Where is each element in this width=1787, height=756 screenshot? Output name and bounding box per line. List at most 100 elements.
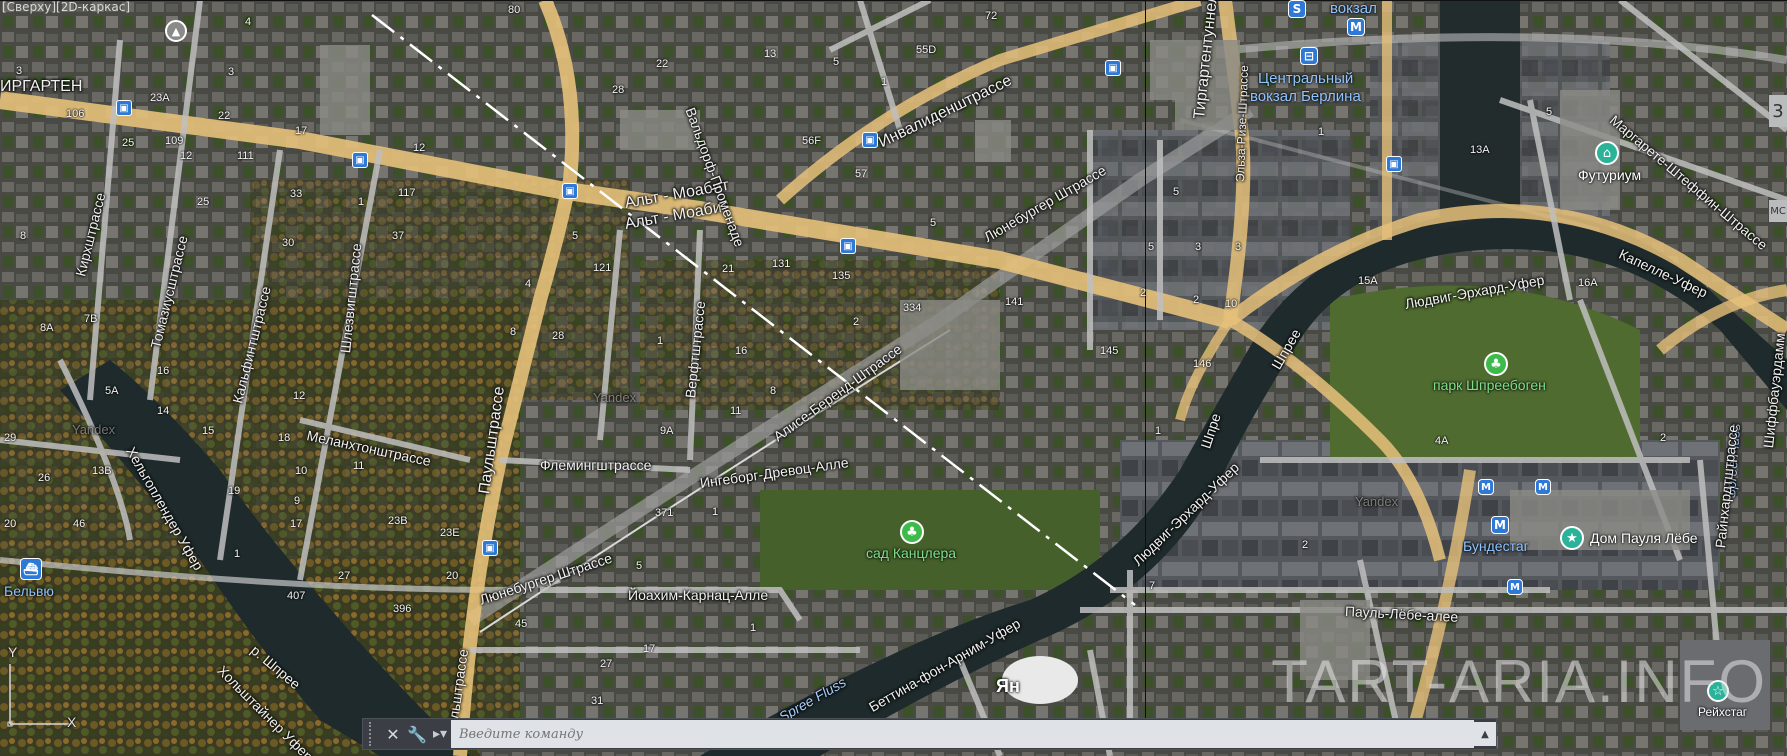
- command-line-bar: ✕ 🔧 ▸▾ ▲: [362, 718, 1497, 750]
- house-number: 16: [735, 345, 748, 357]
- house-number: 5А: [105, 385, 119, 397]
- landmark-icon[interactable]: ★: [1560, 526, 1584, 550]
- poi-vokzal[interactable]: вокзал: [1330, 0, 1377, 17]
- bus-stop-icon[interactable]: ▣: [1105, 60, 1121, 76]
- house-number: 13: [764, 48, 777, 60]
- ferry-icon[interactable]: ⛴: [20, 558, 42, 580]
- metro-bundestag-icon[interactable]: M: [1491, 516, 1509, 534]
- house-number: 46: [73, 518, 86, 530]
- house-number: 20: [446, 570, 459, 582]
- house-number: 334: [903, 302, 922, 314]
- poi-bundestag[interactable]: Бундестаг: [1463, 538, 1529, 554]
- yandex-watermark-1: Yandex: [72, 422, 116, 437]
- house-number: 16: [157, 365, 170, 377]
- poi-hbf-line1[interactable]: Центральный: [1258, 70, 1353, 87]
- park-icon[interactable]: ♣: [1484, 352, 1508, 376]
- house-number: 12: [413, 142, 426, 154]
- bus-stop-icon[interactable]: ▣: [482, 540, 498, 556]
- monument-icon[interactable]: ▲: [165, 20, 187, 42]
- house-number: 11: [730, 405, 742, 417]
- house-number: 1: [657, 335, 664, 347]
- bus-stop-icon[interactable]: ▣: [840, 238, 856, 254]
- command-prompt-icon[interactable]: ▸▾: [429, 723, 451, 745]
- wcs-tab[interactable]: МС: [1769, 200, 1787, 222]
- house-number: 5: [1148, 241, 1155, 253]
- poi-hbf-line2[interactable]: вокзал Берлина: [1250, 88, 1361, 105]
- command-input[interactable]: [451, 720, 1474, 748]
- house-number: 23Е: [440, 527, 460, 539]
- bus-stop-icon[interactable]: ▣: [1386, 156, 1402, 172]
- drag-handle[interactable]: [369, 722, 381, 746]
- metro-icon-small-3[interactable]: M: [1507, 579, 1523, 595]
- house-number: 72: [985, 10, 998, 22]
- house-number: 1: [358, 196, 365, 208]
- house-number: 2: [853, 316, 860, 328]
- wrench-icon[interactable]: 🔧: [405, 722, 429, 746]
- house-number: 121: [593, 262, 612, 274]
- house-number: 5: [636, 560, 643, 572]
- bus-stop-icon[interactable]: ▣: [352, 152, 368, 168]
- viewcube-tab[interactable]: 3: [1769, 95, 1787, 127]
- ucs-x-label: X: [67, 714, 77, 730]
- street-fleming: Флемингштрассе: [540, 457, 652, 473]
- close-icon[interactable]: ✕: [381, 722, 405, 746]
- metro-icon-small-1[interactable]: M: [1478, 479, 1494, 495]
- house-number: 80: [508, 4, 521, 16]
- house-number: 106: [66, 108, 85, 120]
- house-number: 2: [1302, 539, 1309, 551]
- house-number: 19: [228, 485, 241, 497]
- museum-icon[interactable]: ⌂: [1595, 141, 1619, 165]
- house-number: 21: [722, 263, 735, 275]
- view-controls-label[interactable]: [Сверху][2D-каркас]: [2, 0, 130, 14]
- bus-stop-icon[interactable]: ▣: [562, 183, 578, 199]
- house-number: 146: [1193, 358, 1212, 370]
- house-number: 3: [228, 66, 235, 78]
- house-number: 7В: [84, 313, 98, 325]
- house-number: 16А: [1578, 277, 1598, 289]
- bus-stop-icon[interactable]: ▣: [116, 100, 132, 116]
- house-number: 8: [770, 385, 777, 397]
- house-number: 4: [245, 16, 252, 28]
- train-icon[interactable]: ⊟: [1300, 47, 1318, 65]
- bus-stop-icon[interactable]: ▣: [862, 132, 878, 148]
- house-number: 45: [515, 618, 528, 630]
- house-number: 8: [510, 326, 517, 338]
- house-number: 10: [295, 465, 308, 477]
- house-number: 2: [1660, 432, 1667, 444]
- park-icon-kanzler[interactable]: ♣: [900, 520, 924, 544]
- poi-paul-loebe-haus[interactable]: Дом Пауля Лёбе: [1590, 530, 1698, 546]
- map-viewport[interactable]: [Сверху][2D-каркас] Альт - Моабит Альт -…: [0, 0, 1787, 756]
- house-number: 25: [197, 196, 210, 208]
- s-bahn-icon[interactable]: S: [1288, 0, 1306, 18]
- metro-icon-small-2[interactable]: M: [1535, 479, 1551, 495]
- house-number: 1: [1318, 126, 1325, 138]
- ucs-y-label: Y: [8, 644, 18, 660]
- house-number: 17: [643, 643, 656, 655]
- house-number: 2: [1193, 294, 1200, 306]
- house-number: 27: [600, 658, 613, 670]
- house-number: 4А: [1435, 435, 1449, 447]
- poi-spreebogen[interactable]: парк Шпреебоген: [1433, 377, 1546, 393]
- poi-bellevue[interactable]: Бельвю: [4, 583, 54, 599]
- chevron-up-icon[interactable]: ▲: [1474, 722, 1496, 746]
- house-number: 13А: [1470, 144, 1490, 156]
- house-number: 5: [1173, 186, 1180, 198]
- metro-icon[interactable]: M: [1347, 18, 1365, 36]
- house-number: 396: [393, 603, 412, 615]
- house-number: 20: [4, 518, 17, 530]
- house-number: 407: [287, 590, 306, 602]
- house-number: 8: [20, 230, 27, 242]
- house-number: 1: [712, 506, 719, 518]
- house-number: 5: [833, 56, 840, 68]
- house-number: 31: [591, 695, 604, 707]
- poi-futurium[interactable]: Футуриум: [1578, 167, 1641, 183]
- house-number: 109: [165, 135, 184, 147]
- poi-kanzler-garden[interactable]: сад Канцлера: [866, 545, 956, 561]
- house-number: 5: [930, 217, 937, 229]
- house-number: 1: [1155, 425, 1162, 437]
- top-border: [0, 0, 1787, 1]
- yandex-watermark-3: Yandex: [1355, 494, 1399, 509]
- house-number: 111: [237, 150, 254, 162]
- house-number: 28: [552, 330, 565, 342]
- house-number: 17: [295, 125, 308, 137]
